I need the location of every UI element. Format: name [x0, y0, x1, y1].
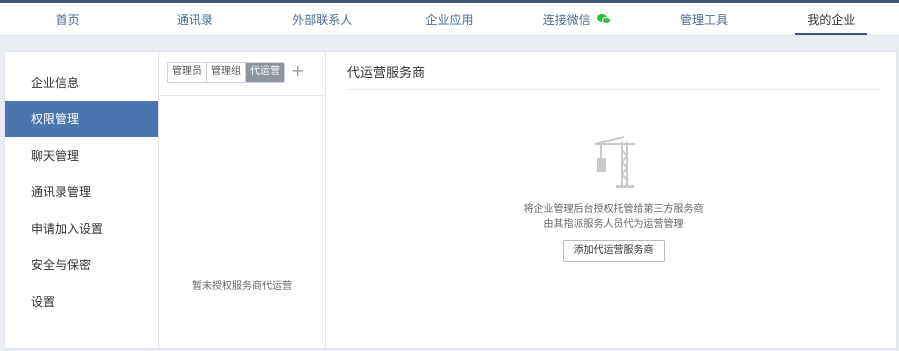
- sidebar: 企业信息 权限管理 聊天管理 通讯录管理 申请加入设置 安全与保密 设置: [5, 52, 159, 348]
- nav-item-label: 连接微信: [542, 12, 591, 27]
- nav-item-my-company[interactable]: 我的企业: [768, 3, 895, 35]
- top-nav: 首页 通讯录 外部联系人 企业应用 连接微信 管理工具 我的企业: [0, 3, 899, 36]
- plus-icon[interactable]: +: [291, 62, 304, 80]
- nav-item-connect-wechat[interactable]: 连接微信: [513, 3, 640, 35]
- nav-item-home[interactable]: 首页: [4, 3, 131, 35]
- tab-admins[interactable]: 管理员: [168, 63, 207, 82]
- sidebar-item-label: 通讯录管理: [31, 185, 92, 200]
- main-panel: 企业信息 权限管理 聊天管理 通讯录管理 申请加入设置 安全与保密 设置 管理员…: [4, 51, 897, 349]
- empty-desc-line-1: 将企业管理后台授权托管给第三方服务商: [523, 204, 704, 215]
- nav-item-label: 企业应用: [425, 12, 474, 27]
- sidebar-item-chat-management[interactable]: 聊天管理: [5, 137, 158, 174]
- sidebar-item-label: 申请加入设置: [31, 221, 104, 236]
- tab-admin-groups[interactable]: 管理组: [207, 63, 246, 82]
- sidebar-item-label: 安全与保密: [31, 258, 92, 273]
- nav-item-label: 通讯录: [176, 12, 213, 27]
- sidebar-item-label: 权限管理: [31, 112, 80, 127]
- nav-item-admin-tools[interactable]: 管理工具: [640, 3, 767, 35]
- sidebar-item-label: 企业信息: [31, 75, 80, 90]
- nav-item-apps[interactable]: 企业应用: [386, 3, 513, 35]
- sidebar-item-join-settings[interactable]: 申请加入设置: [5, 210, 158, 247]
- sidebar-item-contacts-management[interactable]: 通讯录管理: [5, 174, 158, 211]
- role-list-empty: 暂未授权服务商代运营: [159, 96, 325, 348]
- sidebar-item-label: 设置: [31, 294, 56, 309]
- sidebar-item-settings[interactable]: 设置: [5, 283, 158, 320]
- role-tabs: 管理员 管理组 代运营: [167, 62, 285, 83]
- nav-item-label: 首页: [55, 12, 80, 27]
- wechat-icon: [596, 13, 611, 25]
- nav-item-external-contacts[interactable]: 外部联系人: [259, 3, 386, 35]
- nav-item-label: 我的企业: [807, 12, 856, 27]
- nav-item-label: 外部联系人: [292, 12, 353, 27]
- nav-item-contacts[interactable]: 通讯录: [131, 3, 258, 35]
- sidebar-item-security[interactable]: 安全与保密: [5, 247, 158, 284]
- empty-desc-line-2: 由其指派服务人员代为运营管理: [543, 219, 684, 230]
- sidebar-item-company-info[interactable]: 企业信息: [5, 64, 158, 101]
- page-title: 代运营服务商: [347, 52, 880, 90]
- crane-icon: [594, 136, 635, 188]
- sidebar-item-permissions[interactable]: 权限管理: [5, 100, 158, 137]
- role-tabs-bar: 管理员 管理组 代运营 +: [159, 52, 325, 96]
- sidebar-item-label: 聊天管理: [31, 148, 80, 163]
- tab-operators[interactable]: 代运营: [246, 63, 284, 82]
- empty-text: 暂未授权服务商代运营: [192, 281, 292, 292]
- nav-item-label: 管理工具: [680, 12, 729, 27]
- role-list-panel: 管理员 管理组 代运营 + 暂未授权服务商代运营: [159, 52, 326, 348]
- add-operator-button[interactable]: 添加代运营服务商: [562, 240, 665, 262]
- content-panel: 代运营服务商 将企业管理后台授权托管给第三方服务商 由其指派服务人员代为运营管理…: [326, 52, 896, 348]
- empty-state: 将企业管理后台授权托管给第三方服务商 由其指派服务人员代为运营管理 添加代运营服…: [347, 136, 880, 262]
